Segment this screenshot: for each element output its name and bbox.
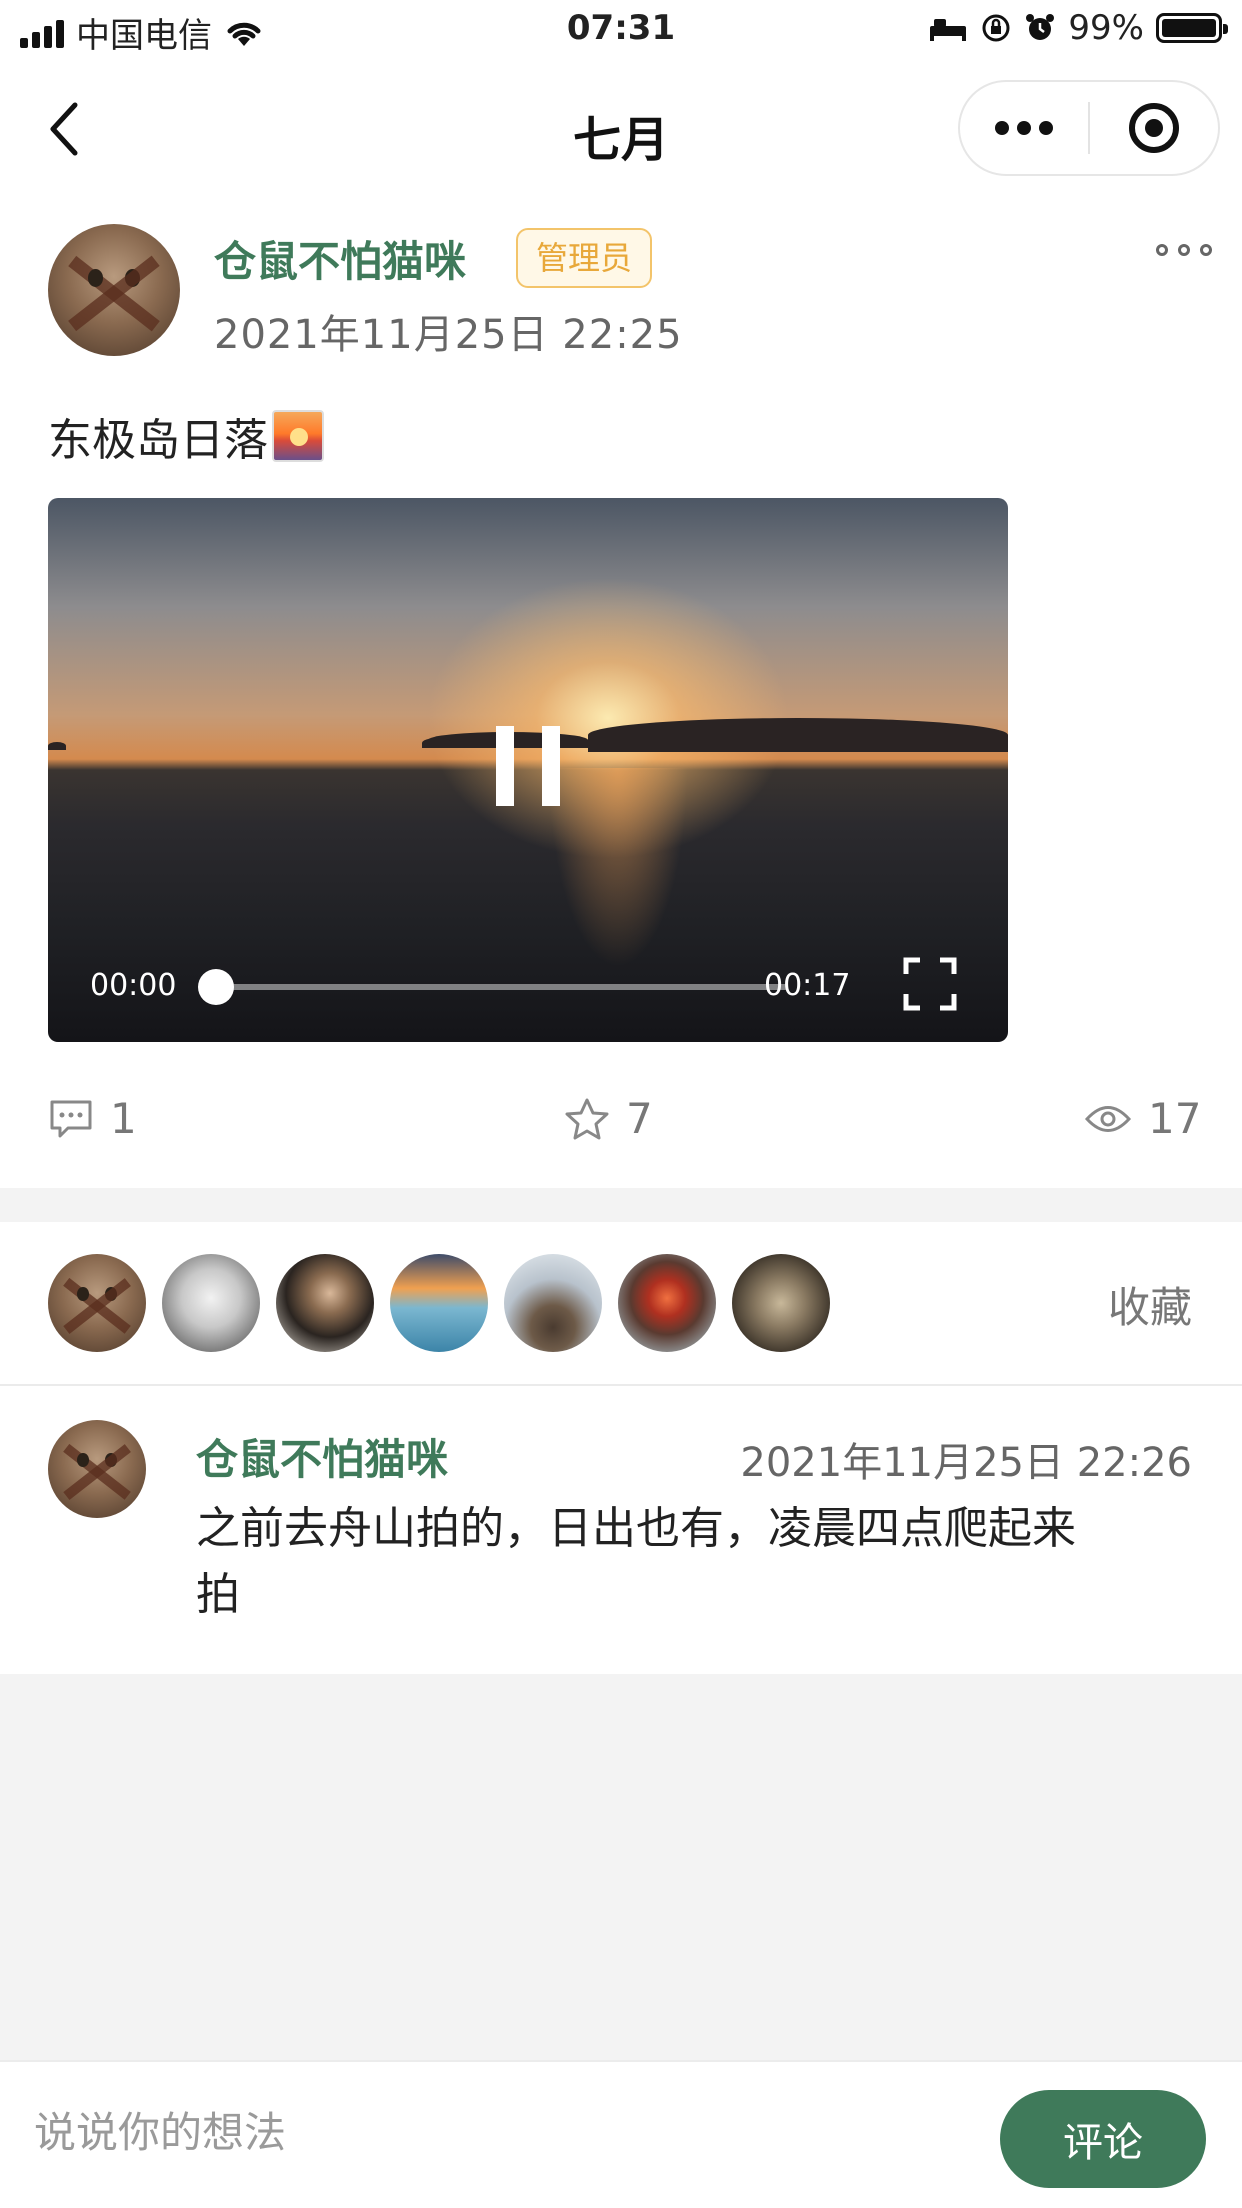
favorite-user-avatar[interactable] — [48, 1254, 146, 1352]
comment-count-value: 1 — [110, 1094, 137, 1143]
close-mini-program-button[interactable] — [1090, 82, 1218, 174]
alarm-icon — [1026, 14, 1055, 40]
post-text: 东极岛日落 — [48, 415, 268, 466]
bed-icon — [930, 19, 967, 41]
favorite-user-avatar[interactable] — [504, 1254, 602, 1352]
favorite-user-avatar[interactable] — [390, 1254, 488, 1352]
menu-button[interactable] — [960, 82, 1088, 174]
comment-item[interactable]: 仓鼠不怕猫咪 2021年11月25日 22:26 之前去舟山拍的，日出也有，凌晨… — [0, 1386, 1242, 1674]
video-player[interactable]: 00:00 00:17 — [48, 498, 1008, 1042]
favorite-count-value: 7 — [626, 1094, 653, 1143]
mini-program-capsule — [958, 80, 1220, 176]
battery-percent: 99% — [1068, 8, 1144, 48]
favorites-row[interactable]: 收藏 — [0, 1222, 1242, 1384]
favorite-user-avatar[interactable] — [732, 1254, 830, 1352]
rotation-lock-icon — [982, 14, 1010, 42]
video-duration: 00:17 — [764, 968, 851, 1003]
video-progress-thumb[interactable] — [198, 969, 234, 1005]
post-time: 2021年11月25日 22:25 — [214, 312, 683, 358]
favorite-user-avatar[interactable] — [162, 1254, 260, 1352]
comment-input[interactable] — [34, 2092, 934, 2172]
view-count: 17 — [1084, 1094, 1201, 1143]
post-more-button[interactable] — [1156, 244, 1212, 256]
battery-icon — [1156, 13, 1228, 43]
admin-badge: 管理员 — [516, 228, 653, 288]
island-shape — [422, 738, 452, 748]
post-card: 仓鼠不怕猫咪 管理员 2021年11月25日 22:25 东极岛日落 00:00… — [0, 194, 1242, 1188]
favorites-label[interactable]: 收藏 — [1108, 1274, 1192, 1335]
comment-time: 2021年11月25日 22:26 — [740, 1440, 1192, 1486]
favorite-count[interactable]: 7 — [564, 1094, 653, 1143]
commenter-avatar[interactable] — [48, 1420, 146, 1518]
fullscreen-icon[interactable] — [902, 956, 958, 1012]
sun-reflection — [548, 768, 688, 968]
island-shape — [48, 742, 66, 750]
target-icon — [1129, 103, 1179, 153]
island-shape — [588, 718, 1008, 752]
favorite-user-avatar[interactable] — [276, 1254, 374, 1352]
comment-count[interactable]: 1 — [48, 1094, 137, 1143]
comment-composer: 评论 — [0, 2060, 1242, 2208]
video-current-time: 00:00 — [90, 968, 177, 1003]
eye-icon — [1084, 1105, 1132, 1132]
post-text-row: 东极岛日落 — [48, 404, 324, 468]
nav-bar: 七月 — [0, 64, 1242, 194]
favorite-user-avatar[interactable] — [618, 1254, 716, 1352]
view-count-value: 17 — [1148, 1094, 1202, 1143]
comment-icon — [50, 1100, 92, 1137]
sunset-emoji-icon — [272, 410, 324, 462]
author-avatar[interactable] — [48, 224, 180, 356]
status-right: 99% — [928, 8, 1228, 48]
pause-button[interactable] — [496, 726, 560, 806]
comment-text: 之前去舟山拍的，日出也有，凌晨四点爬起来拍 — [196, 1503, 1076, 1620]
commenter-name[interactable]: 仓鼠不怕猫咪 — [196, 1426, 448, 1487]
video-progress-bar[interactable] — [198, 969, 788, 1005]
star-icon — [565, 1098, 609, 1139]
status-bar: 中国电信 07:31 99% — [0, 0, 1242, 64]
author-name[interactable]: 仓鼠不怕猫咪 — [214, 228, 466, 289]
submit-comment-button[interactable]: 评论 — [1000, 2090, 1206, 2188]
more-dots-icon — [995, 121, 1053, 135]
